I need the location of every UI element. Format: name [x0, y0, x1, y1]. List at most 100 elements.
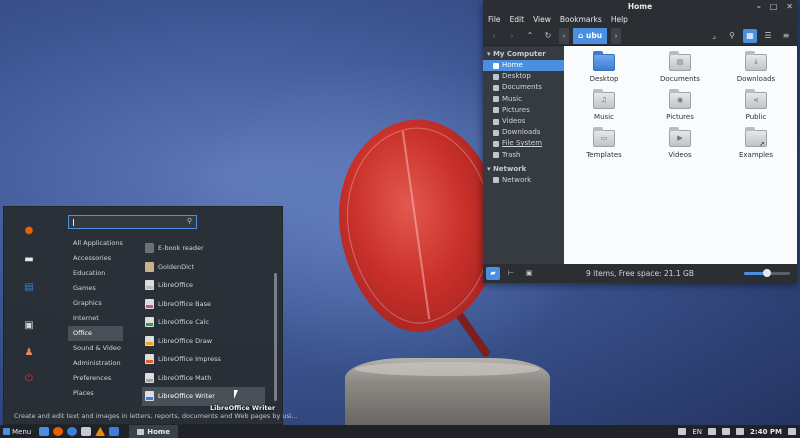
thunderbird-icon[interactable]: [67, 427, 78, 436]
sidebar-item-trash[interactable]: Trash: [483, 150, 564, 161]
file-item[interactable]: ▭ Templates: [579, 127, 629, 159]
files-icon[interactable]: ▬: [20, 251, 38, 269]
category-item[interactable]: Administration: [68, 356, 123, 371]
notifications-icon[interactable]: [788, 428, 796, 435]
sidebar-section-header[interactable]: ▾ Network: [483, 164, 564, 175]
battery-icon[interactable]: [736, 428, 745, 435]
sidebar-item-downloads[interactable]: Downloads: [483, 127, 564, 138]
file-item[interactable]: ▤ Documents: [655, 51, 705, 83]
clock[interactable]: 2:40 PM: [750, 428, 782, 436]
category-item[interactable]: Preferences: [68, 371, 123, 386]
documents-folder-icon: ▤: [669, 51, 691, 71]
file-item[interactable]: ♫ Music: [579, 89, 629, 121]
search-input[interactable]: ⚲: [68, 215, 197, 229]
firefox-icon[interactable]: [53, 427, 64, 436]
system-tray: EN 2:40 PM: [678, 428, 800, 436]
vlc-icon[interactable]: [95, 427, 106, 436]
show-places-icon[interactable]: ▰: [486, 267, 500, 280]
menu-button[interactable]: Menu: [0, 428, 37, 436]
sidebar-item-file-system[interactable]: File System: [483, 138, 564, 149]
power-icon[interactable]: ⏻: [20, 370, 38, 388]
sidebar-item-desktop[interactable]: Desktop: [483, 71, 564, 82]
sidebar-item-music[interactable]: Music: [483, 94, 564, 105]
system-settings-icon[interactable]: ▣: [20, 317, 38, 335]
menu-edit[interactable]: Edit: [510, 14, 525, 26]
back-icon[interactable]: ‹: [487, 29, 501, 43]
libreoffice-writer-icon[interactable]: [109, 427, 120, 436]
category-item[interactable]: Games: [68, 281, 123, 296]
user-icon[interactable]: ♟: [20, 344, 38, 362]
app-item[interactable]: LibreOffice Draw: [142, 332, 265, 351]
zoom-slider[interactable]: [744, 269, 790, 277]
file-view[interactable]: Desktop ▤ Documents ↓ Downloads ♫ Music …: [564, 46, 797, 264]
forward-icon[interactable]: ›: [505, 29, 519, 43]
minimize-icon[interactable]: –: [757, 0, 761, 14]
sidebar-item-documents[interactable]: Documents: [483, 82, 564, 93]
show-tree-icon[interactable]: ⊢: [504, 267, 518, 280]
pictures-icon: [493, 107, 499, 114]
menu-file[interactable]: File: [488, 14, 501, 26]
category-item[interactable]: Graphics: [68, 296, 123, 311]
show-desktop-icon[interactable]: [39, 427, 50, 436]
network-icon[interactable]: [708, 428, 717, 435]
sidebar-item-network[interactable]: Network: [483, 175, 564, 186]
zoom-slider-knob[interactable]: [763, 269, 771, 277]
volume-icon[interactable]: [722, 428, 731, 435]
category-item-office[interactable]: Office: [68, 326, 123, 341]
app-item[interactable]: LibreOffice Base: [142, 295, 265, 314]
maximize-icon[interactable]: □: [770, 0, 778, 14]
reload-icon[interactable]: ↻: [541, 29, 555, 43]
document-icon[interactable]: ▤: [20, 279, 38, 297]
window-titlebar[interactable]: Home – □ ✕: [483, 0, 797, 14]
file-item[interactable]: ▶ Videos: [655, 127, 705, 159]
sidebar-item-videos[interactable]: Videos: [483, 116, 564, 127]
up-icon[interactable]: ⌃: [523, 29, 537, 43]
open-terminal-icon[interactable]: ⌟: [707, 29, 721, 43]
keyboard-layout[interactable]: EN: [692, 428, 702, 436]
file-item[interactable]: ↓ Downloads: [731, 51, 781, 83]
app-item[interactable]: GoldenDict: [142, 258, 265, 277]
sidebar-section-header[interactable]: ▾ My Computer: [483, 49, 564, 60]
display-icon[interactable]: [678, 428, 687, 435]
desktop-icon: [493, 73, 499, 80]
file-item[interactable]: ⋖ Public: [731, 89, 781, 121]
category-item[interactable]: Accessories: [68, 251, 123, 266]
search-icon[interactable]: ⚲: [725, 29, 739, 43]
breadcrumb-right-arrow-icon[interactable]: ›: [611, 27, 622, 44]
list-view-icon[interactable]: ☰: [761, 29, 775, 43]
files-icon[interactable]: [81, 427, 92, 436]
app-item[interactable]: LibreOffice: [142, 276, 265, 295]
category-item[interactable]: Education: [68, 266, 123, 281]
icon-view-icon[interactable]: ▦: [743, 28, 757, 43]
file-item[interactable]: ◉ Pictures: [655, 89, 705, 121]
file-item[interactable]: Desktop: [579, 51, 629, 83]
home-icon: [493, 62, 499, 69]
app-item[interactable]: LibreOffice Impress: [142, 350, 265, 369]
app-item[interactable]: LibreOffice Math: [142, 369, 265, 388]
close-icon[interactable]: ✕: [786, 0, 793, 14]
firefox-icon[interactable]: ●: [20, 222, 38, 240]
application-menu: ● ▬ ▤ ▣ ♟ ⏻ ⚲ All Applications Accessori…: [3, 206, 298, 425]
category-item[interactable]: Sound & Video: [68, 341, 123, 356]
task-button-home[interactable]: Home: [129, 425, 178, 438]
app-item-writer[interactable]: LibreOffice Writer: [142, 387, 265, 406]
menu-help[interactable]: Help: [611, 14, 628, 26]
category-item[interactable]: Internet: [68, 311, 123, 326]
hide-sidebar-icon[interactable]: ▣: [522, 267, 536, 280]
window-controls: – □ ✕: [757, 0, 793, 14]
app-list-scrollbar[interactable]: [274, 273, 277, 401]
category-item[interactable]: Places: [68, 386, 123, 401]
sidebar-item-home[interactable]: Home: [483, 60, 564, 72]
app-item[interactable]: E-book reader: [142, 239, 265, 258]
breadcrumb-label: ubu: [586, 30, 603, 40]
breadcrumb[interactable]: ⌂ ubu: [573, 27, 608, 44]
category-item[interactable]: All Applications: [68, 236, 123, 251]
menu-view[interactable]: View: [533, 14, 551, 26]
sidebar-item-pictures[interactable]: Pictures: [483, 105, 564, 116]
app-item[interactable]: LibreOffice Calc: [142, 313, 265, 332]
libreoffice-writer-icon: [145, 391, 154, 402]
file-item[interactable]: ➚ Examples: [731, 127, 781, 159]
menu-bookmarks[interactable]: Bookmarks: [560, 14, 602, 26]
compact-view-icon[interactable]: ≡: [779, 29, 793, 43]
breadcrumb-left-arrow-icon[interactable]: ‹: [559, 27, 569, 44]
